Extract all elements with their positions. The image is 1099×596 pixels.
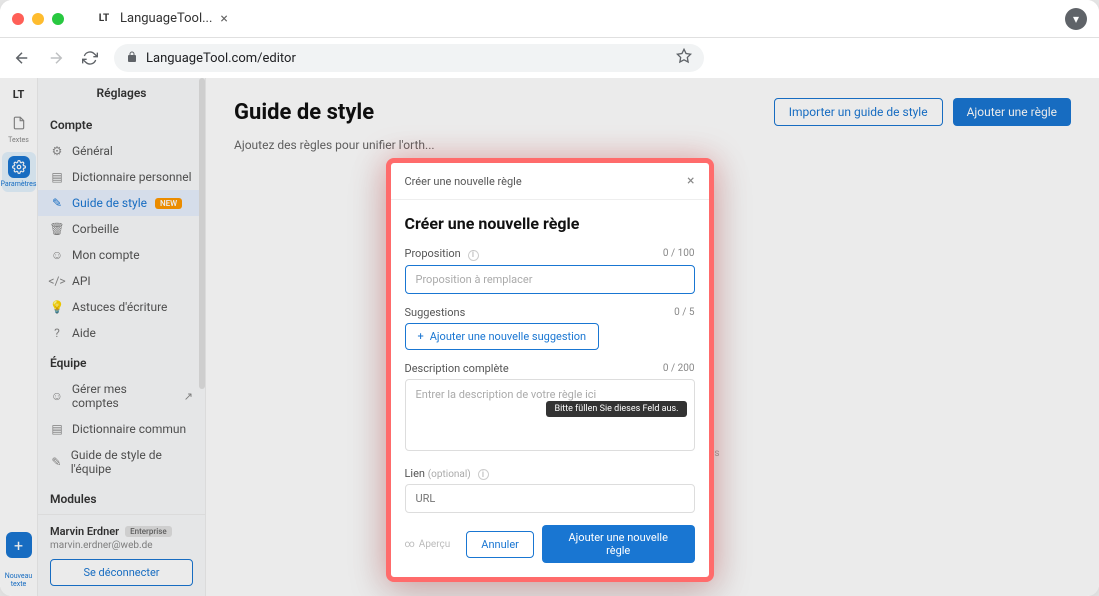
cancel-button[interactable]: Annuler	[466, 531, 534, 558]
modal-header: Créer une nouvelle règle ×	[391, 163, 709, 200]
description-wrap: Bitte füllen Sie dieses Feld aus.	[405, 379, 695, 467]
info-icon[interactable]: i	[478, 469, 489, 480]
info-icon[interactable]: i	[468, 250, 479, 261]
description-label: Description complète	[405, 362, 509, 375]
modal-heading: Créer une nouvelle règle	[405, 214, 695, 233]
modal-container: Créer une nouvelle règle × Créer une nou…	[386, 158, 714, 582]
maximize-window-button[interactable]	[52, 13, 64, 25]
modal-body: Créer une nouvelle règle Proposition i 0…	[391, 200, 709, 577]
proposition-counter: 0 / 100	[663, 248, 695, 259]
optional-label: (optional)	[428, 469, 471, 480]
tab-close-icon[interactable]: ×	[220, 11, 227, 27]
minimize-window-button[interactable]	[32, 13, 44, 25]
lock-icon	[126, 51, 138, 66]
description-label-row: Description complète 0 / 200	[405, 362, 695, 375]
proposition-label: Proposition	[405, 247, 461, 260]
description-counter: 0 / 200	[663, 363, 695, 374]
url-text: LanguageTool.com/editor	[146, 51, 296, 66]
proposition-label-row: Proposition i 0 / 100	[405, 247, 695, 261]
suggestions-label-row: Suggestions 0 / 5	[405, 306, 695, 319]
modal-title: Créer une nouvelle règle	[405, 175, 522, 188]
plus-icon: +	[418, 330, 424, 343]
reload-button[interactable]	[80, 48, 100, 68]
lien-label: Lien	[405, 467, 426, 480]
close-window-button[interactable]	[12, 13, 24, 25]
link-icon: ∞	[405, 539, 415, 550]
browser-toolbar: LanguageTool.com/editor	[0, 38, 1099, 78]
close-icon[interactable]: ×	[687, 173, 694, 189]
suggestions-label: Suggestions	[405, 306, 466, 319]
lien-label-row: Lien (optional) i	[405, 467, 695, 481]
url-bar[interactable]: LanguageTool.com/editor	[114, 44, 704, 72]
submit-rule-button[interactable]: Ajouter une nouvelle règle	[542, 525, 695, 563]
preview-link: ∞ Aperçu	[405, 539, 451, 550]
add-suggestion-button[interactable]: + Ajouter une nouvelle suggestion	[405, 323, 600, 350]
browser-menu-button[interactable]: ▾	[1065, 8, 1087, 30]
tab-favicon: LT	[96, 11, 112, 27]
lien-input[interactable]	[405, 484, 695, 513]
create-rule-modal: Créer une nouvelle règle × Créer une nou…	[386, 158, 714, 582]
back-button[interactable]	[12, 48, 32, 68]
preview-label: Aperçu	[419, 539, 450, 550]
proposition-input[interactable]	[405, 265, 695, 294]
browser-titlebar: LT LanguageTool... × ▾	[0, 0, 1099, 38]
validation-tooltip: Bitte füllen Sie dieses Feld aus.	[546, 401, 686, 417]
modal-footer: ∞ Aperçu Annuler Ajouter une nouvelle rè…	[405, 525, 695, 563]
browser-tab[interactable]: LT LanguageTool... ×	[84, 5, 240, 33]
forward-button[interactable]	[46, 48, 66, 68]
tab-title: LanguageTool...	[120, 11, 212, 26]
suggestions-counter: 0 / 5	[674, 307, 694, 318]
bookmark-star-icon[interactable]	[676, 48, 692, 68]
browser-window: LT LanguageTool... × ▾ LanguageTool.com/…	[0, 0, 1099, 596]
add-suggestion-label: Ajouter une nouvelle suggestion	[430, 330, 586, 343]
window-controls	[12, 13, 64, 25]
